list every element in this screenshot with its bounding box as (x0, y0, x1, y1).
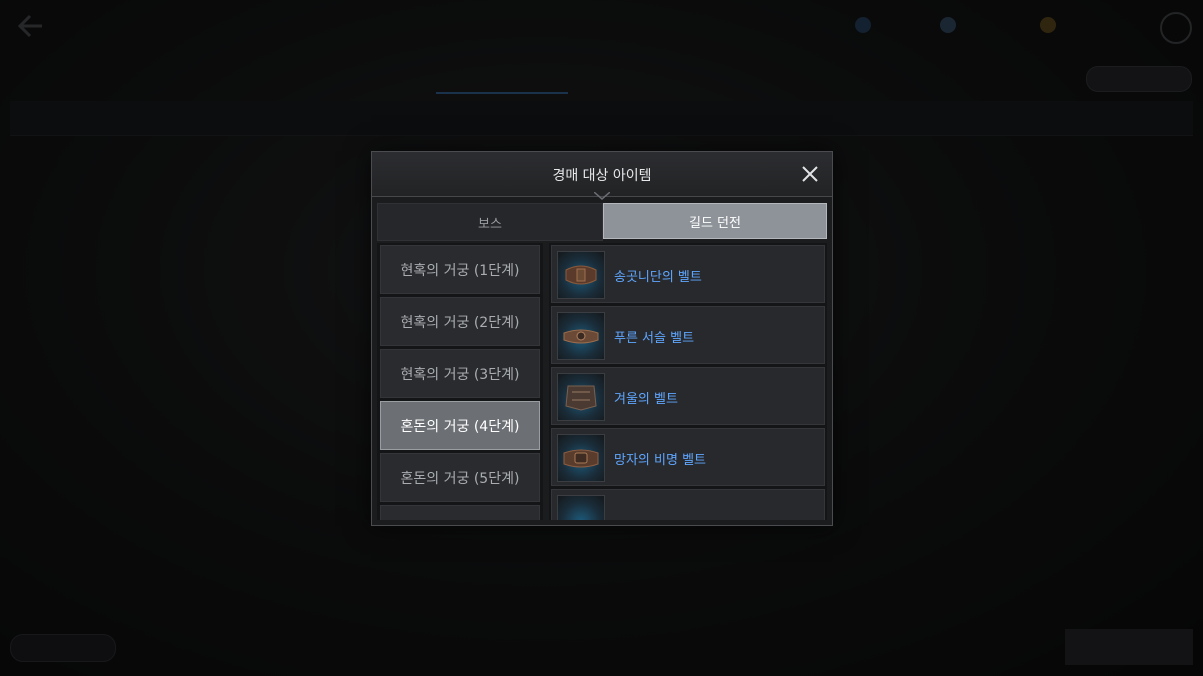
close-icon[interactable] (800, 164, 820, 184)
auction-items-modal: 경매 대상 아이템 보스 길드 던전 현혹의 거궁 (1단계) 현혹의 거궁 (… (371, 151, 833, 526)
item-list[interactable]: 송곳니단의 벨트 푸른 서슬 벨트 겨울의 벨트 망자의 비명 벨트 (549, 243, 827, 520)
belt-icon (557, 251, 605, 299)
item-name: 푸른 서슬 벨트 (614, 331, 695, 346)
item-name: 송곳니단의 벨트 (614, 270, 702, 285)
dungeon-item[interactable]: 현혹의 거궁 (2단계) (380, 297, 540, 346)
list-item[interactable]: 겨울의 벨트 (551, 367, 825, 425)
belt-icon (557, 495, 605, 520)
modal-header: 경매 대상 아이템 (372, 152, 832, 200)
header-notch-ornament (594, 192, 610, 200)
list-item-partial[interactable] (551, 489, 825, 520)
dungeon-item-label: 현혹의 거궁 (3단계) (400, 366, 520, 383)
item-name: 망자의 비명 벨트 (614, 453, 706, 468)
item-name: 겨울의 벨트 (614, 392, 678, 407)
dungeon-item-label: 혼돈의 거궁 (5단계) (400, 470, 520, 487)
dungeon-item[interactable]: 현혹의 거궁 (1단계) (380, 245, 540, 294)
dungeon-list[interactable]: 현혹의 거궁 (1단계) 현혹의 거궁 (2단계) 현혹의 거궁 (3단계) 혼… (377, 243, 543, 520)
tab-guild-dungeon[interactable]: 길드 던전 (603, 203, 827, 239)
dungeon-item[interactable]: 혼돈의 거궁 (5단계) (380, 453, 540, 502)
dungeon-item-partial[interactable] (380, 505, 540, 520)
dungeon-item[interactable]: 현혹의 거궁 (3단계) (380, 349, 540, 398)
list-item[interactable]: 푸른 서슬 벨트 (551, 306, 825, 364)
tab-boss-label: 보스 (478, 216, 502, 232)
dungeon-item-label: 혼돈의 거궁 (4단계) (400, 418, 520, 435)
dungeon-item-selected[interactable]: 혼돈의 거궁 (4단계) (380, 401, 540, 450)
belt-icon (557, 434, 605, 482)
list-item[interactable]: 망자의 비명 벨트 (551, 428, 825, 486)
list-item[interactable]: 송곳니단의 벨트 (551, 245, 825, 303)
tab-guild-dungeon-label: 길드 던전 (689, 215, 741, 231)
modal-title: 경매 대상 아이템 (552, 168, 652, 184)
tab-boss[interactable]: 보스 (377, 203, 603, 241)
belt-icon (557, 373, 605, 421)
dungeon-item-label: 현혹의 거궁 (2단계) (400, 314, 520, 331)
belt-icon (557, 312, 605, 360)
dungeon-item-label: 현혹의 거궁 (1단계) (400, 262, 520, 279)
